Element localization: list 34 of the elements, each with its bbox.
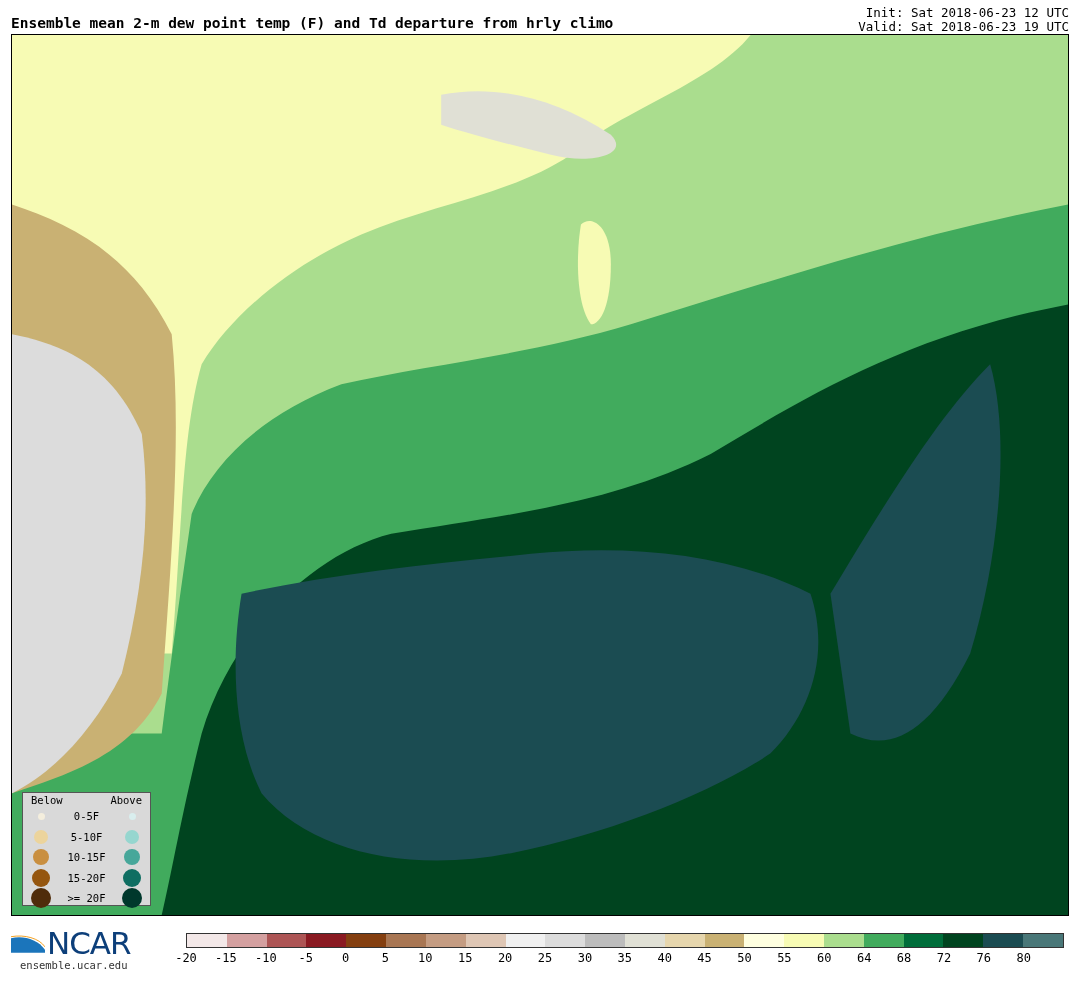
tick-label: 68 <box>896 951 912 965</box>
site-url: ensemble.ucar.edu <box>20 959 129 971</box>
tick-label: -5 <box>298 951 313 965</box>
tick-label: 60 <box>817 951 832 965</box>
tick-label: -10 <box>254 951 277 965</box>
logo-wordmark: NCAR <box>47 927 131 959</box>
legend-label: 5-10F <box>69 830 104 843</box>
run-time-text: Init: Sat 2018-06-23 12 UTC <box>864 6 1069 20</box>
tick-label: 76 <box>976 951 992 965</box>
legend-label: 0-5F <box>72 810 101 823</box>
legend-label: >= 20F <box>66 892 107 905</box>
tick-label: 64 <box>856 951 872 965</box>
tick-label: -20 <box>175 951 197 965</box>
legend-label: 10-15F <box>66 851 107 864</box>
tick-label: 72 <box>936 951 952 965</box>
tick-label: 30 <box>577 951 593 965</box>
legend-heading: Below <box>31 794 63 806</box>
legend-label: 15-20F <box>66 871 107 884</box>
tick-label: 40 <box>657 951 672 965</box>
tick-label: 80 <box>1016 951 1031 965</box>
tick-label: -15 <box>215 951 237 965</box>
tick-label: 55 <box>777 951 792 965</box>
tick-label: 50 <box>737 951 752 965</box>
tick-label: 45 <box>697 951 712 965</box>
tick-label: 0 <box>341 951 350 965</box>
chart-title: Ensemble mean 2-m dew point temp (F) and Td departure from hrly climo <box>11 15 614 31</box>
tick-label: 35 <box>617 951 632 965</box>
tick-label: 5 <box>381 951 390 965</box>
run-time-text: Valid: Sat 2018-06-23 19 UTC <box>858 20 1069 34</box>
tick-label: 15 <box>458 951 473 965</box>
tick-label: 10 <box>418 951 433 965</box>
tick-label: 25 <box>537 951 553 965</box>
legend-heading: Above <box>110 794 142 806</box>
tick-label: 20 <box>497 951 513 965</box>
